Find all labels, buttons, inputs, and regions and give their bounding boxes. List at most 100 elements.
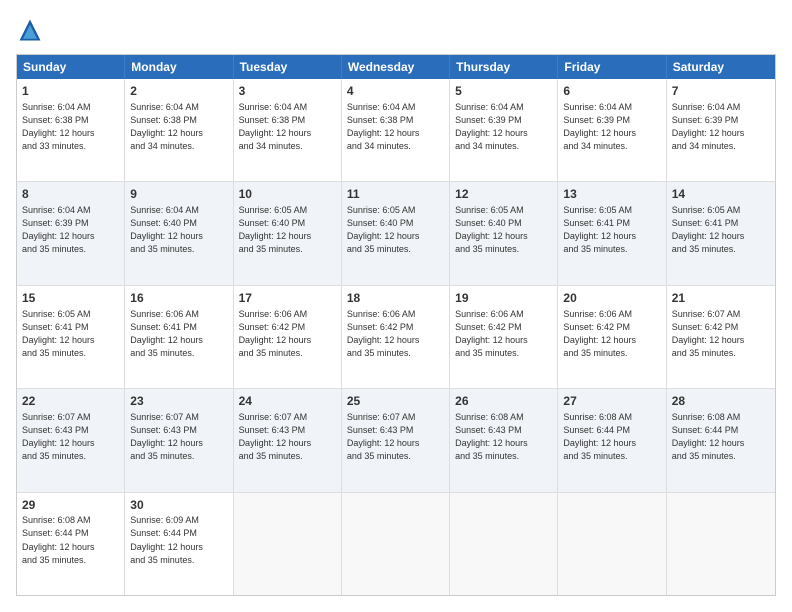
cell-info: Sunrise: 6:04 AMSunset: 6:38 PMDaylight:… xyxy=(347,101,444,153)
cal-cell: 10Sunrise: 6:05 AMSunset: 6:40 PMDayligh… xyxy=(234,182,342,284)
cell-info: Sunrise: 6:08 AMSunset: 6:43 PMDaylight:… xyxy=(455,411,552,463)
cal-cell: 20Sunrise: 6:06 AMSunset: 6:42 PMDayligh… xyxy=(558,286,666,388)
cal-cell: 29Sunrise: 6:08 AMSunset: 6:44 PMDayligh… xyxy=(17,493,125,595)
cal-cell: 28Sunrise: 6:08 AMSunset: 6:44 PMDayligh… xyxy=(667,389,775,491)
day-number: 2 xyxy=(130,83,227,100)
cal-cell: 5Sunrise: 6:04 AMSunset: 6:39 PMDaylight… xyxy=(450,79,558,181)
cell-info: Sunrise: 6:09 AMSunset: 6:44 PMDaylight:… xyxy=(130,514,227,566)
day-number: 17 xyxy=(239,290,336,307)
cell-info: Sunrise: 6:06 AMSunset: 6:42 PMDaylight:… xyxy=(239,308,336,360)
cal-cell xyxy=(558,493,666,595)
cal-cell: 30Sunrise: 6:09 AMSunset: 6:44 PMDayligh… xyxy=(125,493,233,595)
cell-info: Sunrise: 6:05 AMSunset: 6:40 PMDaylight:… xyxy=(455,204,552,256)
cal-cell: 27Sunrise: 6:08 AMSunset: 6:44 PMDayligh… xyxy=(558,389,666,491)
cal-cell: 4Sunrise: 6:04 AMSunset: 6:38 PMDaylight… xyxy=(342,79,450,181)
day-number: 13 xyxy=(563,186,660,203)
cell-info: Sunrise: 6:04 AMSunset: 6:38 PMDaylight:… xyxy=(130,101,227,153)
cal-cell: 26Sunrise: 6:08 AMSunset: 6:43 PMDayligh… xyxy=(450,389,558,491)
logo-icon xyxy=(16,16,44,44)
cal-cell: 14Sunrise: 6:05 AMSunset: 6:41 PMDayligh… xyxy=(667,182,775,284)
cal-cell: 11Sunrise: 6:05 AMSunset: 6:40 PMDayligh… xyxy=(342,182,450,284)
cal-cell: 18Sunrise: 6:06 AMSunset: 6:42 PMDayligh… xyxy=(342,286,450,388)
cal-cell xyxy=(667,493,775,595)
day-number: 10 xyxy=(239,186,336,203)
calendar: SundayMondayTuesdayWednesdayThursdayFrid… xyxy=(16,54,776,596)
cal-cell: 16Sunrise: 6:06 AMSunset: 6:41 PMDayligh… xyxy=(125,286,233,388)
day-number: 11 xyxy=(347,186,444,203)
cell-info: Sunrise: 6:04 AMSunset: 6:38 PMDaylight:… xyxy=(22,101,119,153)
cell-info: Sunrise: 6:08 AMSunset: 6:44 PMDaylight:… xyxy=(672,411,770,463)
day-number: 1 xyxy=(22,83,119,100)
cell-info: Sunrise: 6:07 AMSunset: 6:43 PMDaylight:… xyxy=(130,411,227,463)
calendar-body: 1Sunrise: 6:04 AMSunset: 6:38 PMDaylight… xyxy=(17,79,775,595)
logo xyxy=(16,16,48,44)
header-day-wednesday: Wednesday xyxy=(342,55,450,79)
day-number: 4 xyxy=(347,83,444,100)
header-day-monday: Monday xyxy=(125,55,233,79)
cal-cell: 19Sunrise: 6:06 AMSunset: 6:42 PMDayligh… xyxy=(450,286,558,388)
day-number: 7 xyxy=(672,83,770,100)
header-day-friday: Friday xyxy=(558,55,666,79)
day-number: 27 xyxy=(563,393,660,410)
cal-cell: 23Sunrise: 6:07 AMSunset: 6:43 PMDayligh… xyxy=(125,389,233,491)
day-number: 8 xyxy=(22,186,119,203)
calendar-row-5: 29Sunrise: 6:08 AMSunset: 6:44 PMDayligh… xyxy=(17,492,775,595)
cal-cell: 9Sunrise: 6:04 AMSunset: 6:40 PMDaylight… xyxy=(125,182,233,284)
cell-info: Sunrise: 6:06 AMSunset: 6:42 PMDaylight:… xyxy=(347,308,444,360)
day-number: 14 xyxy=(672,186,770,203)
day-number: 12 xyxy=(455,186,552,203)
cal-cell xyxy=(342,493,450,595)
day-number: 30 xyxy=(130,497,227,514)
cal-cell: 8Sunrise: 6:04 AMSunset: 6:39 PMDaylight… xyxy=(17,182,125,284)
day-number: 23 xyxy=(130,393,227,410)
day-number: 26 xyxy=(455,393,552,410)
day-number: 6 xyxy=(563,83,660,100)
calendar-row-4: 22 Sunrise: 6:07 AMSunset: 6:43 PMDayligh… xyxy=(17,388,775,491)
cal-cell: 1Sunrise: 6:04 AMSunset: 6:38 PMDaylight… xyxy=(17,79,125,181)
day-number: 20 xyxy=(563,290,660,307)
cell-info: Sunrise: 6:04 AMSunset: 6:38 PMDaylight:… xyxy=(239,101,336,153)
day-number: 24 xyxy=(239,393,336,410)
cal-cell: 6Sunrise: 6:04 AMSunset: 6:39 PMDaylight… xyxy=(558,79,666,181)
cell-info: Sunrise: 6:04 AMSunset: 6:39 PMDaylight:… xyxy=(22,204,119,256)
day-number: 19 xyxy=(455,290,552,307)
cell-info: Sunrise: 6:06 AMSunset: 6:41 PMDaylight:… xyxy=(130,308,227,360)
calendar-row-2: 8Sunrise: 6:04 AMSunset: 6:39 PMDaylight… xyxy=(17,181,775,284)
cal-cell: 7Sunrise: 6:04 AMSunset: 6:39 PMDaylight… xyxy=(667,79,775,181)
cal-cell: 3Sunrise: 6:04 AMSunset: 6:38 PMDaylight… xyxy=(234,79,342,181)
cell-info: Sunrise: 6:05 AMSunset: 6:41 PMDaylight:… xyxy=(22,308,119,360)
cell-info: Sunrise: 6:04 AMSunset: 6:39 PMDaylight:… xyxy=(672,101,770,153)
day-number: 22 xyxy=(22,393,119,410)
calendar-row-3: 15Sunrise: 6:05 AMSunset: 6:41 PMDayligh… xyxy=(17,285,775,388)
day-number: 25 xyxy=(347,393,444,410)
cal-cell: 17Sunrise: 6:06 AMSunset: 6:42 PMDayligh… xyxy=(234,286,342,388)
cal-cell: 13Sunrise: 6:05 AMSunset: 6:41 PMDayligh… xyxy=(558,182,666,284)
cal-cell: 12Sunrise: 6:05 AMSunset: 6:40 PMDayligh… xyxy=(450,182,558,284)
cell-info: Sunrise: 6:05 AMSunset: 6:41 PMDaylight:… xyxy=(672,204,770,256)
cell-info: Sunrise: 6:08 AMSunset: 6:44 PMDaylight:… xyxy=(563,411,660,463)
cal-cell: 22Sunrise: 6:07 AMSunset: 6:43 PMDayligh… xyxy=(17,389,125,491)
cal-cell: 25Sunrise: 6:07 AMSunset: 6:43 PMDayligh… xyxy=(342,389,450,491)
header xyxy=(16,16,776,44)
day-number: 21 xyxy=(672,290,770,307)
header-day-tuesday: Tuesday xyxy=(234,55,342,79)
page: SundayMondayTuesdayWednesdayThursdayFrid… xyxy=(0,0,792,612)
cell-info: Sunrise: 6:06 AMSunset: 6:42 PMDaylight:… xyxy=(455,308,552,360)
cell-info: Sunrise: 6:04 AMSunset: 6:40 PMDaylight:… xyxy=(130,204,227,256)
cell-info: Sunrise: 6:07 AMSunset: 6:42 PMDaylight:… xyxy=(672,308,770,360)
cell-info: Sunrise: 6:07 AMSunset: 6:43 PMDaylight:… xyxy=(347,411,444,463)
cell-info: Sunrise: 6:05 AMSunset: 6:40 PMDaylight:… xyxy=(239,204,336,256)
cal-cell xyxy=(234,493,342,595)
day-number: 5 xyxy=(455,83,552,100)
day-number: 9 xyxy=(130,186,227,203)
header-day-saturday: Saturday xyxy=(667,55,775,79)
cal-cell: 2Sunrise: 6:04 AMSunset: 6:38 PMDaylight… xyxy=(125,79,233,181)
header-day-sunday: Sunday xyxy=(17,55,125,79)
calendar-row-1: 1Sunrise: 6:04 AMSunset: 6:38 PMDaylight… xyxy=(17,79,775,181)
day-number: 3 xyxy=(239,83,336,100)
cell-info: Sunrise: 6:08 AMSunset: 6:44 PMDaylight:… xyxy=(22,514,119,566)
calendar-header: SundayMondayTuesdayWednesdayThursdayFrid… xyxy=(17,55,775,79)
cell-info: Sunrise: 6:04 AMSunset: 6:39 PMDaylight:… xyxy=(455,101,552,153)
day-number: 29 xyxy=(22,497,119,514)
day-number: 28 xyxy=(672,393,770,410)
